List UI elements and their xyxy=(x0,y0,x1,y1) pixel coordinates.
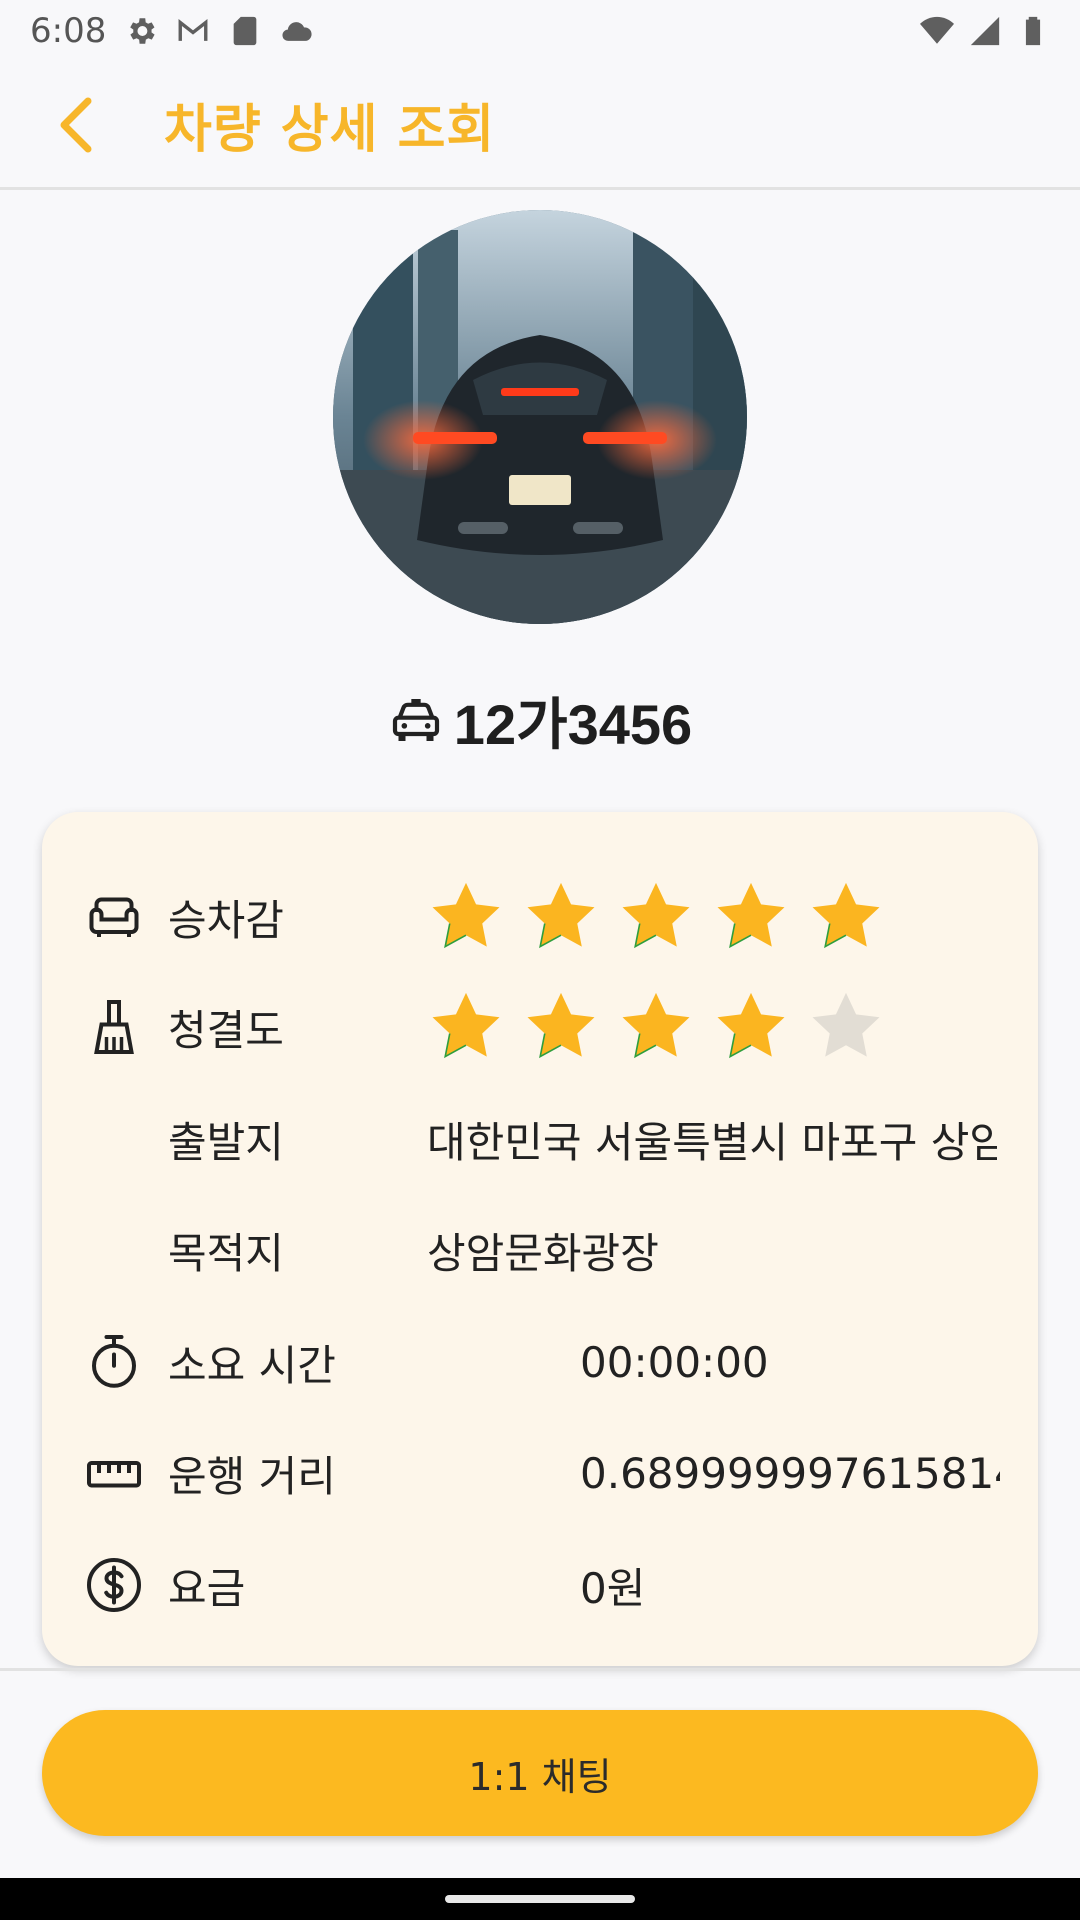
sd-card-icon xyxy=(234,16,257,46)
duration-value: 00:00:00 xyxy=(580,1337,769,1387)
distance-label: 운행 거리 xyxy=(168,1451,336,1501)
star-filled-icon xyxy=(622,882,690,949)
distance-value: 0.689999997615814 xyxy=(580,1448,1000,1498)
vehicle-photo xyxy=(333,210,747,624)
navigation-bar xyxy=(0,1878,1080,1920)
app-bar: 차량 상세 조회 xyxy=(0,62,1080,190)
cleanliness-label: 청결도 xyxy=(168,1005,284,1055)
destination-label: 목적지 xyxy=(168,1228,284,1278)
timer-icon xyxy=(84,1332,144,1392)
star-filled-icon xyxy=(527,992,595,1059)
details-card: 승차감 청결도 출발지 대한민국 서울특별시 마포구 상암 목적지 상암문화광장… xyxy=(42,812,1038,1666)
back-button[interactable] xyxy=(30,80,120,170)
cleanliness-row: 청결도 xyxy=(42,972,1038,1082)
fare-label: 요금 xyxy=(168,1563,246,1613)
home-handle[interactable] xyxy=(445,1895,635,1903)
battery-icon xyxy=(1025,16,1041,46)
cleanliness-rating xyxy=(427,988,885,1066)
star-filled-icon xyxy=(432,882,500,949)
star-filled-icon xyxy=(717,992,785,1059)
license-plate: 12가3456 xyxy=(453,692,693,756)
departure-label: 출발지 xyxy=(168,1117,284,1167)
broom-icon xyxy=(84,997,144,1057)
cloud-icon xyxy=(282,22,312,41)
star-filled-icon xyxy=(812,882,880,949)
star-filled-icon xyxy=(527,882,595,949)
ride-comfort-row: 승차감 xyxy=(42,862,1038,972)
fare-row: 요금 0원 xyxy=(42,1530,1038,1640)
destination-value: 상암문화광장 xyxy=(427,1228,659,1278)
duration-row: 소요 시간 00:00:00 xyxy=(42,1307,1038,1417)
destination-row: 목적지 상암문화광장 xyxy=(42,1195,1038,1305)
departure-value: 대한민국 서울특별시 마포구 상암 xyxy=(427,1117,997,1167)
status-time: 6:08 xyxy=(30,11,107,51)
ride-comfort-rating xyxy=(427,878,885,956)
signal-icon xyxy=(970,16,1000,46)
wifi-icon xyxy=(920,16,954,44)
gmail-icon xyxy=(178,19,208,41)
sofa-icon xyxy=(84,887,144,947)
plate-row: 12가3456 xyxy=(0,680,1080,760)
star-filled-icon xyxy=(622,992,690,1059)
distance-row: 운행 거리 0.689999997615814 xyxy=(42,1418,1038,1528)
status-bar: 6:08 xyxy=(0,0,1080,62)
ride-comfort-label: 승차감 xyxy=(168,895,284,945)
chat-button[interactable]: 1:1 채팅 xyxy=(42,1710,1038,1836)
fare-value: 0원 xyxy=(580,1563,646,1613)
dollar-icon xyxy=(84,1555,144,1615)
star-filled-icon xyxy=(717,882,785,949)
departure-row: 출발지 대한민국 서울특별시 마포구 상암 xyxy=(42,1084,1038,1194)
chevron-left-icon xyxy=(60,97,92,152)
page-title: 차량 상세 조회 xyxy=(164,100,496,160)
duration-label: 소요 시간 xyxy=(168,1340,336,1390)
divider xyxy=(0,1668,1080,1671)
settings-icon xyxy=(130,18,155,44)
ruler-icon xyxy=(84,1443,144,1503)
taxi-icon xyxy=(392,699,439,741)
star-empty-icon xyxy=(812,992,880,1057)
star-filled-icon xyxy=(432,992,500,1059)
